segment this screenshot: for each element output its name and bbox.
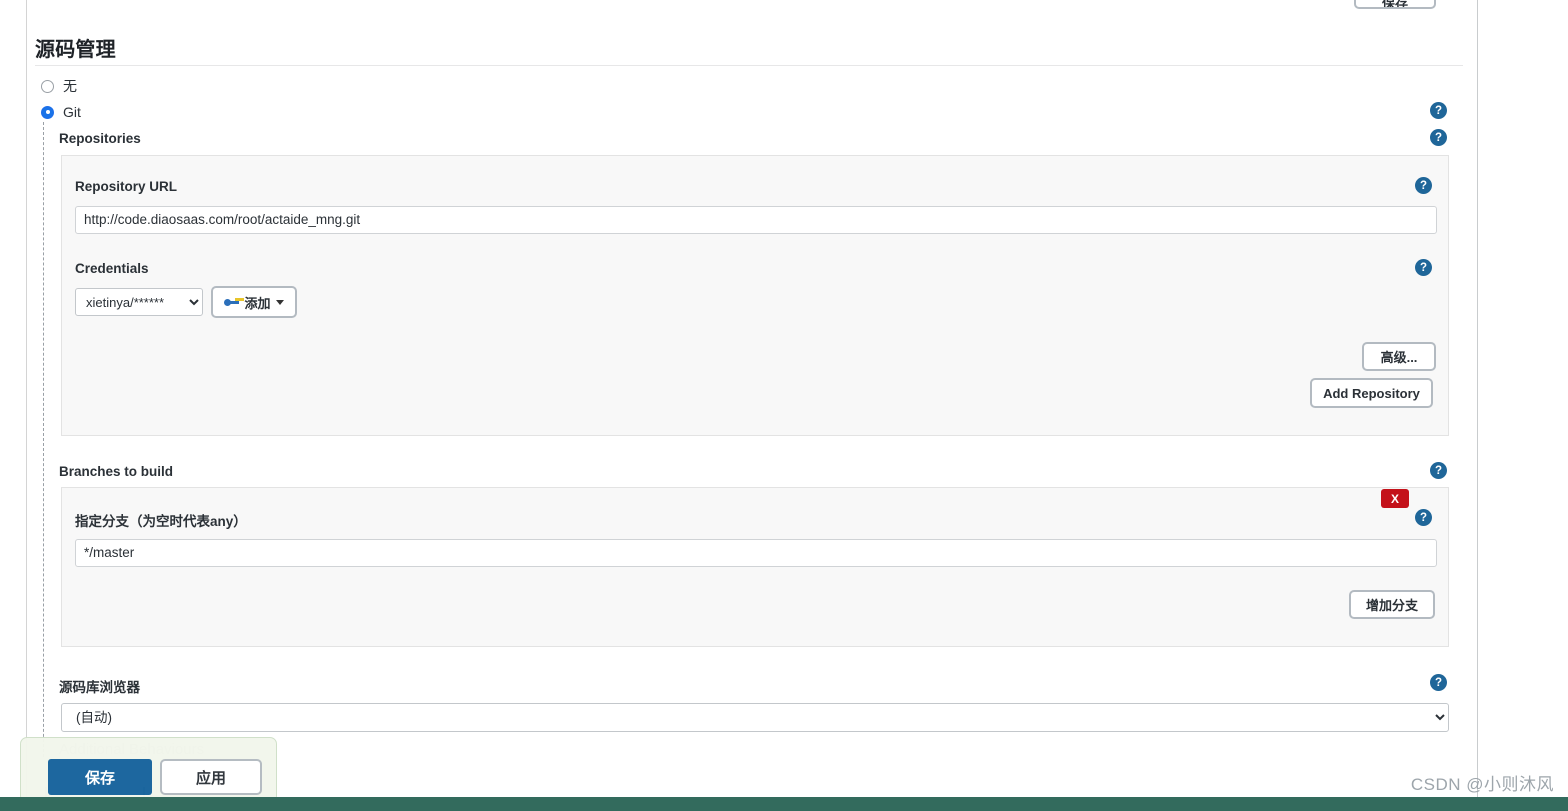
help-icon-repository-url[interactable]: ? — [1415, 177, 1432, 194]
repository-url-label: Repository URL — [75, 179, 178, 194]
help-icon-branches[interactable]: ? — [1430, 462, 1447, 479]
help-icon-branch-spec[interactable]: ? — [1415, 509, 1432, 526]
branches-panel — [61, 487, 1449, 647]
add-repository-button[interactable]: Add Repository — [1310, 378, 1433, 408]
add-credentials-button[interactable]: 添加 — [211, 286, 297, 318]
advanced-button-label: 高级... — [1380, 350, 1418, 365]
add-branch-button-label: 增加分支 — [1365, 598, 1418, 613]
save-button[interactable]: 保存 — [48, 759, 152, 795]
branches-to-build-label: Branches to build — [59, 464, 174, 479]
git-section-guide — [43, 122, 44, 757]
apply-button[interactable]: 应用 — [160, 759, 262, 795]
add-credentials-label: 添加 — [244, 295, 271, 311]
delete-branch-button[interactable]: X — [1381, 489, 1409, 508]
screenshot-root: 保存 源码管理 无 Git ? Repositories ? Repositor… — [0, 0, 1568, 811]
watermark: CSDN @小则沐风 — [1410, 775, 1554, 794]
add-branch-button[interactable]: 增加分支 — [1349, 590, 1435, 619]
add-repository-button-label: Add Repository — [1323, 385, 1420, 401]
credentials-select[interactable]: xietinya/****** — [75, 288, 203, 316]
cutoff-top-button-label: 保存 — [1381, 0, 1408, 9]
scm-option-git-label: Git — [63, 104, 81, 120]
repo-browser-label: 源码库浏览器 — [59, 680, 140, 695]
title-divider — [35, 65, 1463, 66]
repository-url-input[interactable]: http://code.diaosaas.com/root/actaide_mn… — [75, 206, 1437, 234]
repositories-label: Repositories — [59, 131, 141, 146]
cutoff-top-button[interactable]: 保存 — [1354, 0, 1436, 9]
help-icon-repositories[interactable]: ? — [1430, 129, 1447, 146]
save-action-bar: 保存 应用 — [20, 737, 277, 803]
scm-option-git[interactable]: Git — [41, 104, 81, 120]
page-title: 源码管理 — [35, 39, 116, 61]
config-page-column: 保存 源码管理 无 Git ? Repositories ? Repositor… — [26, 0, 1478, 797]
help-icon-git[interactable]: ? — [1430, 102, 1447, 119]
scm-option-none-label: 无 — [63, 78, 77, 94]
branch-spec-input[interactable]: */master — [75, 539, 1437, 567]
radio-git-icon[interactable] — [41, 105, 54, 119]
help-icon-credentials[interactable]: ? — [1415, 259, 1432, 276]
repo-browser-select[interactable]: (自动) — [61, 703, 1449, 732]
credentials-label: Credentials — [75, 261, 149, 276]
key-icon — [224, 297, 240, 307]
scm-option-none[interactable]: 无 — [41, 76, 77, 96]
advanced-button[interactable]: 高级... — [1362, 342, 1436, 371]
branch-spec-label: 指定分支（为空时代表any） — [75, 514, 247, 529]
chevron-down-icon — [275, 299, 284, 305]
radio-none-icon[interactable] — [41, 79, 54, 93]
help-icon-repo-browser[interactable]: ? — [1430, 674, 1447, 691]
bottom-strip — [0, 797, 1568, 811]
